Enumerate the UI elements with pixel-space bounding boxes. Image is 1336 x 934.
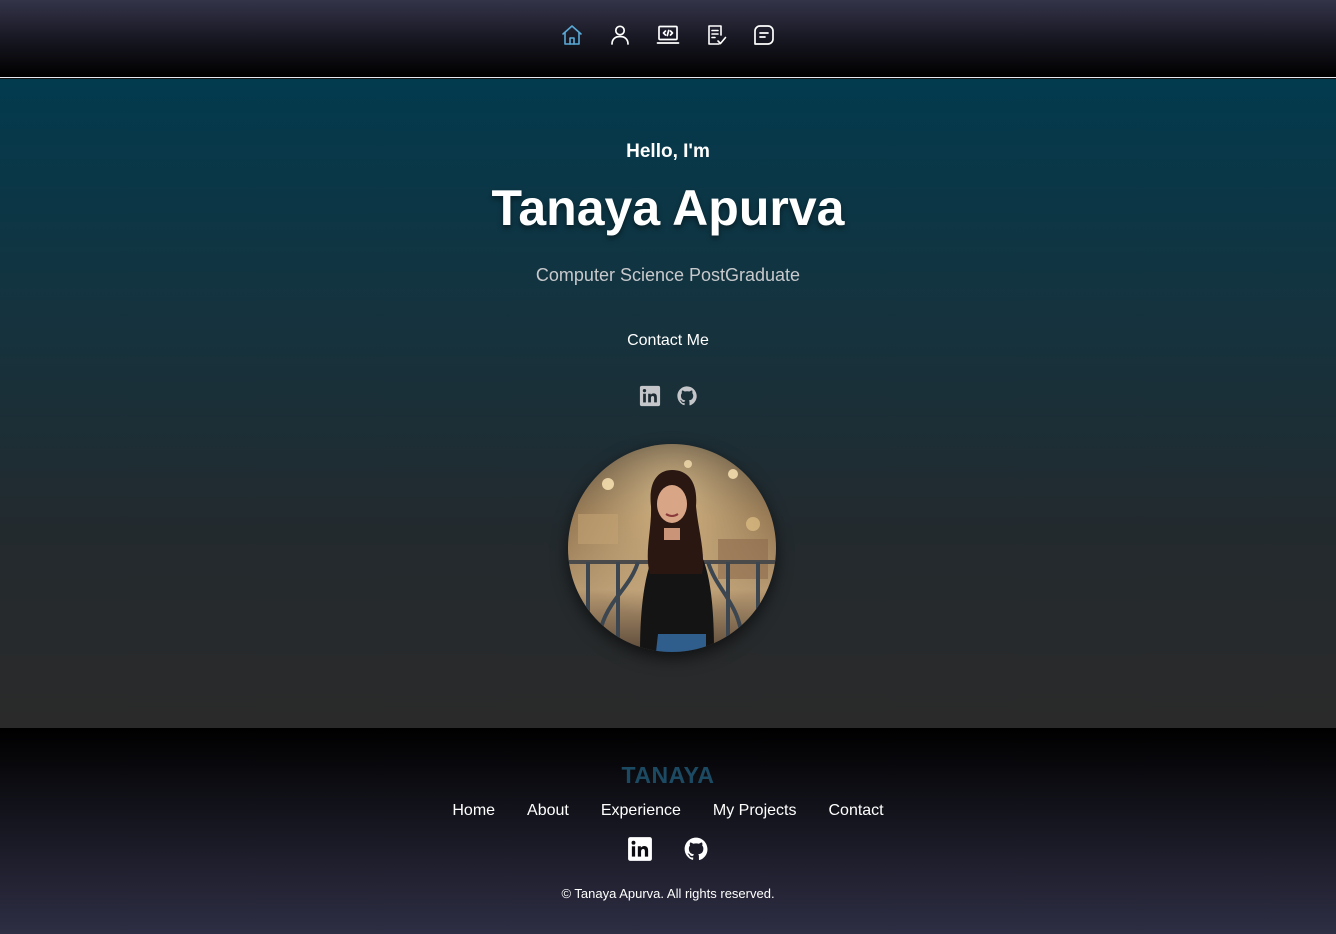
checklist-icon	[708, 25, 727, 45]
footer-link-experience[interactable]: Experience	[601, 802, 681, 820]
message-icon	[754, 25, 774, 45]
contact-me-button[interactable]: Contact Me	[598, 327, 738, 355]
laptop-code-icon	[656, 25, 680, 44]
hero-social-links	[0, 385, 1336, 409]
footer-link-home[interactable]: Home	[452, 802, 495, 820]
hero-section: Hello, I'm Tanaya Apurva Computer Scienc…	[0, 79, 1336, 728]
user-icon	[611, 25, 629, 45]
profile-photo-image	[568, 444, 776, 652]
footer-link-projects[interactable]: My Projects	[713, 802, 797, 820]
github-icon[interactable]	[676, 385, 698, 407]
home-icon	[562, 25, 582, 45]
nav-projects-button[interactable]	[700, 19, 732, 51]
footer-link-about[interactable]: About	[527, 802, 569, 820]
linkedin-icon[interactable]	[639, 385, 661, 407]
hero-greeting: Hello, I'm	[626, 141, 710, 162]
hero-name: Tanaya Apurva	[491, 180, 845, 236]
nav-about-button[interactable]	[604, 19, 636, 51]
footer-link-contact[interactable]: Contact	[828, 802, 883, 820]
copyright-text: © Tanaya Apurva. All rights reserved.	[561, 886, 775, 901]
nav-icon-bar	[0, 19, 1336, 51]
profile-photo	[568, 444, 776, 652]
footer-brand[interactable]: TANAYA	[0, 762, 1336, 789]
top-navbar	[0, 0, 1336, 78]
footer: TANAYA Home About Experience My Projects…	[0, 728, 1336, 934]
nav-contact-button[interactable]	[748, 19, 780, 51]
footer-nav: Home About Experience My Projects Contac…	[0, 802, 1336, 820]
footer-social-links	[0, 836, 1336, 864]
nav-home-button[interactable]	[556, 19, 588, 51]
linkedin-icon[interactable]	[627, 836, 653, 862]
github-icon[interactable]	[683, 836, 709, 862]
hero-role: Computer Science PostGraduate	[535, 265, 801, 285]
nav-experience-button[interactable]	[652, 19, 684, 51]
